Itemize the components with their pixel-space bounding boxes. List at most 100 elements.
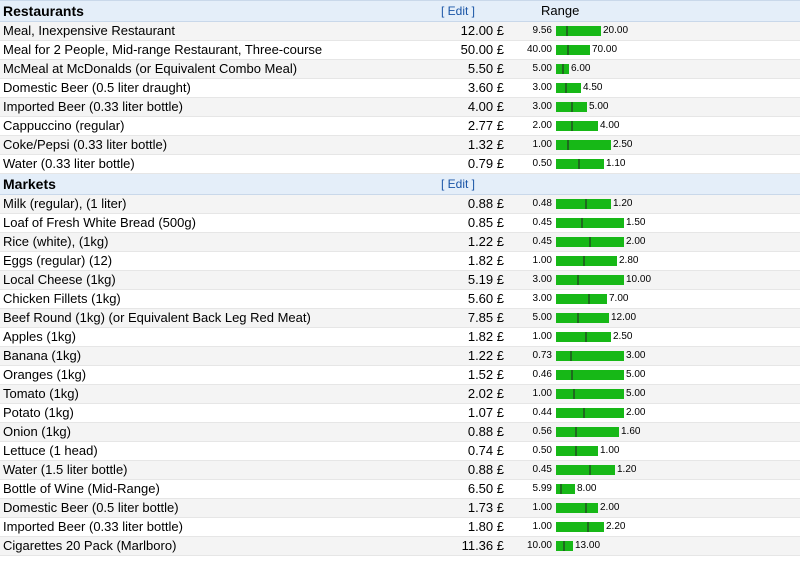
- range-cell: 2.00 4.00: [510, 116, 800, 136]
- range-bar: [556, 140, 611, 150]
- range-bar: [556, 503, 598, 513]
- item-name: Imported Beer (0.33 liter bottle): [0, 517, 430, 537]
- range-cell: 5.00 12.00: [510, 308, 800, 328]
- range-min: 1.00: [532, 331, 552, 342]
- table-row: McMeal at McDonalds (or Equivalent Combo…: [0, 59, 800, 79]
- range-max: 8.00: [577, 483, 597, 494]
- item-name: Oranges (1kg): [0, 365, 430, 385]
- item-price: 1.07 £: [430, 403, 510, 423]
- range-current-marker: [571, 102, 573, 112]
- range-cell: 3.00 10.00: [510, 270, 800, 290]
- range-max: 6.00: [571, 63, 591, 74]
- markets-section: Markets [ Edit ] Milk (regular), (1 lite…: [0, 173, 800, 556]
- range-cell: 0.50 1.10: [510, 154, 800, 174]
- item-price: 0.88 £: [430, 194, 510, 214]
- table-row: Banana (1kg) 1.22 £ 0.73 3.00: [0, 346, 800, 366]
- item-price: 50.00 £: [430, 40, 510, 60]
- item-price: 0.74 £: [430, 441, 510, 461]
- range-bar: [556, 465, 615, 475]
- range-indicator: 1.00 2.80: [513, 252, 800, 270]
- range-indicator: 5.00 12.00: [513, 309, 800, 327]
- range-cell: 9.56 20.00: [510, 21, 800, 41]
- range-max: 4.50: [583, 82, 603, 93]
- item-name: Local Cheese (1kg): [0, 270, 430, 290]
- table-row: Local Cheese (1kg) 5.19 £ 3.00 10.00: [0, 270, 800, 290]
- range-indicator: 0.45 1.20: [513, 461, 800, 479]
- range-current-marker: [578, 159, 580, 169]
- range-max: 2.50: [613, 331, 633, 342]
- range-indicator: 0.46 5.00: [513, 366, 800, 384]
- range-current-marker: [562, 64, 564, 74]
- range-bar: [556, 275, 624, 285]
- range-current-marker: [567, 140, 569, 150]
- range-current-marker: [585, 199, 587, 209]
- item-price: 0.88 £: [430, 422, 510, 442]
- item-price: 0.79 £: [430, 154, 510, 174]
- range-current-marker: [577, 275, 579, 285]
- item-price: 5.50 £: [430, 59, 510, 79]
- range-indicator: 0.44 2.00: [513, 404, 800, 422]
- range-min: 2.00: [532, 120, 552, 131]
- item-name: Bottle of Wine (Mid-Range): [0, 479, 430, 499]
- range-min: 3.00: [532, 101, 552, 112]
- range-bar: [556, 218, 624, 228]
- range-cell: 0.45 2.00: [510, 232, 800, 252]
- item-price: 5.60 £: [430, 289, 510, 309]
- item-name: Onion (1kg): [0, 422, 430, 442]
- item-name: Rice (white), (1kg): [0, 232, 430, 252]
- range-min: 1.00: [532, 502, 552, 513]
- range-cell: 1.00 2.50: [510, 327, 800, 347]
- table-row: Tomato (1kg) 2.02 £ 1.00 5.00: [0, 384, 800, 404]
- range-min: 1.00: [532, 255, 552, 266]
- range-min: 0.50: [532, 158, 552, 169]
- table-row: Domestic Beer (0.5 liter bottle) 1.73 £1.…: [0, 498, 800, 518]
- range-max: 1.10: [606, 158, 626, 169]
- range-current-marker: [563, 541, 565, 551]
- range-bar: [556, 294, 607, 304]
- range-max: 13.00: [575, 540, 601, 551]
- range-cell: 1.00 2.00: [510, 498, 800, 518]
- range-current-marker: [573, 389, 575, 399]
- table-row: Loaf of Fresh White Bread (500g) 0.85 £0.…: [0, 213, 800, 233]
- range-current-marker: [577, 313, 579, 323]
- range-cell: 1.00 2.80: [510, 251, 800, 271]
- table-row: Onion (1kg) 0.88 £ 0.56 1.60: [0, 422, 800, 442]
- range-current-marker: [585, 332, 587, 342]
- range-current-marker: [575, 446, 577, 456]
- restaurants-section: Restaurants [ Edit ] Range Meal, Inexpen…: [0, 0, 800, 174]
- item-price: 7.85 £: [430, 308, 510, 328]
- table-row: Apples (1kg) 1.82 £ 1.00 2.50: [0, 327, 800, 347]
- range-current-marker: [570, 351, 572, 361]
- table-row: Imported Beer (0.33 liter bottle) 4.00 £3…: [0, 97, 800, 117]
- range-bar: [556, 484, 575, 494]
- item-price: 0.85 £: [430, 213, 510, 233]
- range-indicator: 9.56 20.00: [513, 22, 800, 40]
- table-row: Coke/Pepsi (0.33 liter bottle) 1.32 £1.00…: [0, 135, 800, 155]
- item-name: Potato (1kg): [0, 403, 430, 423]
- range-min: 0.45: [532, 464, 552, 475]
- table-row: Oranges (1kg) 1.52 £ 0.46 5.00: [0, 365, 800, 385]
- range-bar: [556, 446, 598, 456]
- range-min: 3.00: [532, 274, 552, 285]
- section-title: Markets: [0, 173, 430, 195]
- range-current-marker: [571, 370, 573, 380]
- range-current-marker: [567, 45, 569, 55]
- range-bar: [556, 427, 619, 437]
- range-header: Range: [541, 3, 580, 18]
- edit-link[interactable]: [ Edit ]: [433, 4, 475, 18]
- item-price: 4.00 £: [430, 97, 510, 117]
- range-cell: 0.73 3.00: [510, 346, 800, 366]
- range-indicator: 0.48 1.20: [513, 195, 800, 213]
- range-max: 2.20: [606, 521, 626, 532]
- range-cell: 10.00 13.00: [510, 536, 800, 556]
- range-current-marker: [565, 83, 567, 93]
- item-name: Eggs (regular) (12): [0, 251, 430, 271]
- edit-link[interactable]: [ Edit ]: [433, 177, 475, 191]
- range-bar: [556, 313, 609, 323]
- range-max: 1.50: [626, 217, 646, 228]
- range-cell: 1.00 2.20: [510, 517, 800, 537]
- range-current-marker: [589, 465, 591, 475]
- range-current-marker: [585, 503, 587, 513]
- range-bar: [556, 408, 624, 418]
- range-max: 3.00: [626, 350, 646, 361]
